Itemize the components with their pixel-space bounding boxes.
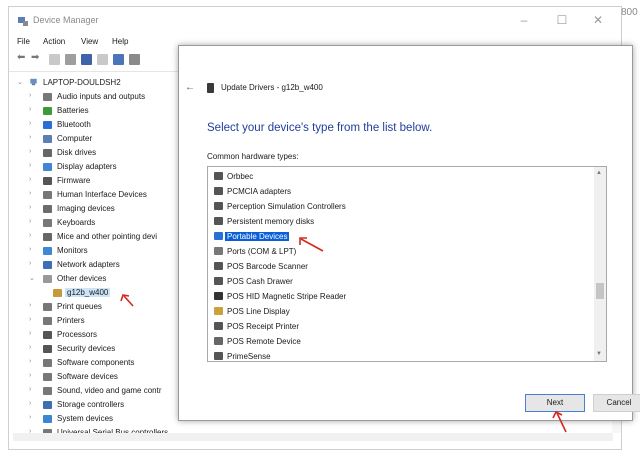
arrow-to-next-button — [552, 410, 567, 433]
arrow-to-portable-devices — [299, 237, 324, 252]
arrow-to-device — [120, 294, 134, 307]
annotation-arrows — [120, 237, 567, 433]
